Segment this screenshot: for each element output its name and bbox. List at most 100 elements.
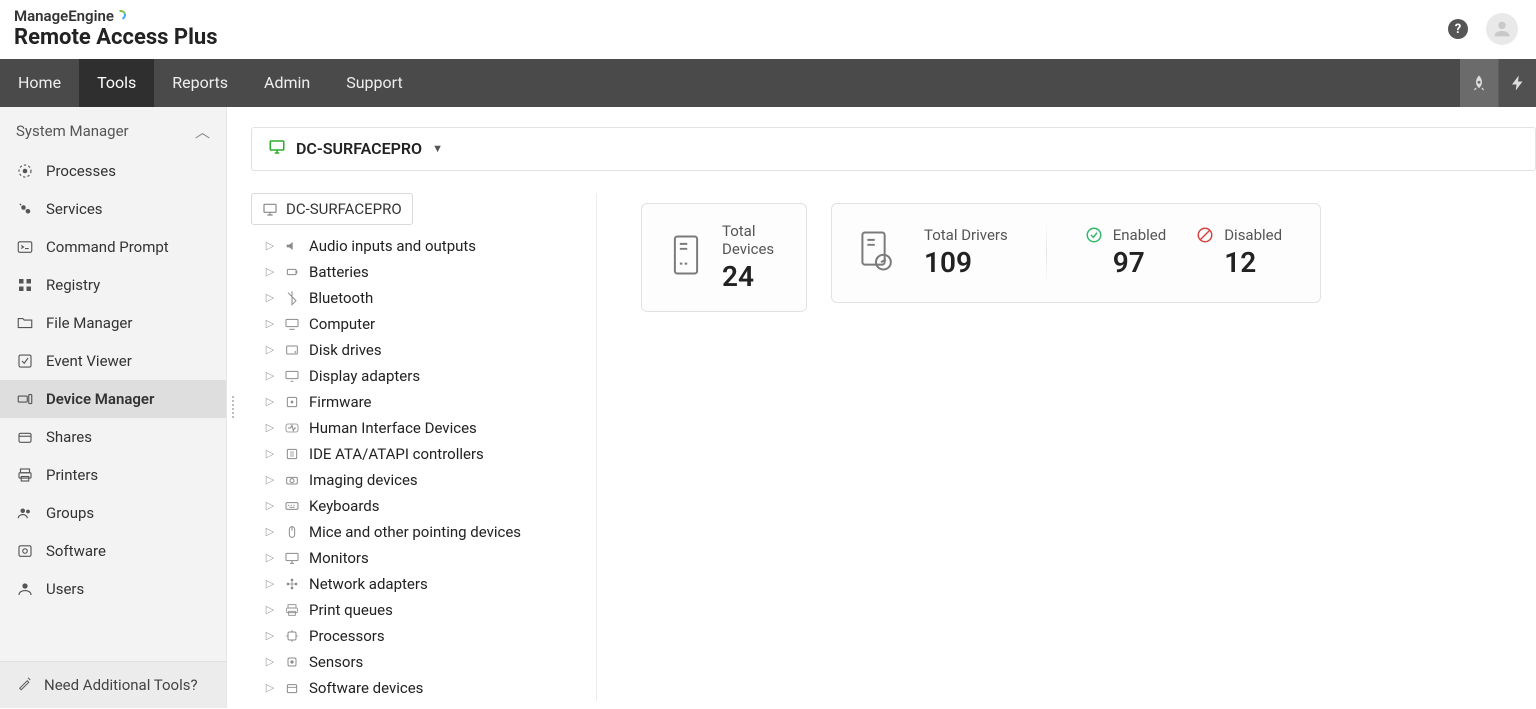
metric-label: Enabled <box>1113 226 1166 244</box>
tree-item[interactable]: ▷Human Interface Devices <box>251 415 590 441</box>
splitter-handle[interactable] <box>227 393 239 421</box>
category-icon <box>283 289 301 307</box>
category-icon <box>283 237 301 255</box>
tree-item-label: Monitors <box>309 549 369 567</box>
sidebar-item-label: Software <box>46 542 106 560</box>
tree-item[interactable]: ▷ Computer <box>251 311 590 337</box>
metrics-panel: Total Devices 24 Total Drivers 109 <box>597 193 1536 701</box>
sidebar-item-users[interactable]: Users <box>0 570 226 608</box>
registry-icon <box>16 276 34 294</box>
nav-home[interactable]: Home <box>0 59 79 107</box>
sidebar-item-label: Command Prompt <box>46 238 169 256</box>
category-icon <box>283 575 301 593</box>
expand-arrow-icon: ▷ <box>265 265 275 278</box>
sidebar-item-processes[interactable]: Processes <box>0 152 226 190</box>
drivers-icon <box>858 230 894 276</box>
tree-item-label: Display adapters <box>309 367 420 385</box>
sidebar-item-services[interactable]: Services <box>0 190 226 228</box>
sidebar-list: Processes Services Command Prompt Regist… <box>0 152 226 661</box>
tree-item[interactable]: ▷Disk drives <box>251 337 590 363</box>
tree-item-label: Bluetooth <box>309 289 373 307</box>
sidebar-section-header[interactable]: System Manager ︿ <box>0 107 226 152</box>
bolt-icon-button[interactable] <box>1498 59 1536 107</box>
sidebar-item-shares[interactable]: Shares <box>0 418 226 456</box>
tree-item[interactable]: ▷Bluetooth <box>251 285 590 311</box>
sidebar-item-device-manager[interactable]: Device Manager <box>0 380 226 418</box>
expand-arrow-icon: ▷ <box>265 551 275 564</box>
brand-block: ManageEngine Remote Access Plus <box>14 8 218 51</box>
tree-item[interactable]: ▷Sensors <box>251 649 590 675</box>
tree-item-label: Computer <box>309 315 375 333</box>
processes-icon <box>16 162 34 180</box>
tree-item-label: Software devices <box>309 679 423 697</box>
category-icon <box>283 263 301 281</box>
sidebar-item-software[interactable]: Software <box>0 532 226 570</box>
sidebar-item-registry[interactable]: Registry <box>0 266 226 304</box>
tree-item-label: Imaging devices <box>309 471 418 489</box>
sidebar-item-label: Processes <box>46 162 116 180</box>
expand-arrow-icon: ▷ <box>265 681 275 694</box>
tree-item[interactable]: ▷Print queues <box>251 597 590 623</box>
content-split: DC-SURFACEPRO ▷Audio inputs and outputs▷… <box>251 193 1536 701</box>
sidebar-item-file-manager[interactable]: File Manager <box>0 304 226 342</box>
tree-item[interactable]: ▷Audio inputs and outputs <box>251 233 590 259</box>
body-wrap: System Manager ︿ Processes Services Comm… <box>0 107 1536 708</box>
tree-item[interactable]: ▷Processors <box>251 623 590 649</box>
tree-item[interactable]: ▷Mice and other pointing devices <box>251 519 590 545</box>
expand-arrow-icon: ▷ <box>265 369 275 382</box>
sidebar-item-printers[interactable]: Printers <box>0 456 226 494</box>
slash-circle-icon <box>1196 226 1214 244</box>
monitor-icon <box>268 138 286 160</box>
nav-tools[interactable]: Tools <box>79 59 154 107</box>
tree-item[interactable]: ▷Keyboards <box>251 493 590 519</box>
wand-icon <box>16 674 34 696</box>
expand-arrow-icon: ▷ <box>265 655 275 668</box>
category-icon <box>283 497 301 515</box>
check-circle-icon <box>1085 226 1103 244</box>
sidebar-item-groups[interactable]: Groups <box>0 494 226 532</box>
shares-icon <box>16 428 34 446</box>
status-disabled: Disabled 12 <box>1196 226 1282 279</box>
tree-item[interactable]: ▷Batteries <box>251 259 590 285</box>
tree-item[interactable]: ▷Firmware <box>251 389 590 415</box>
tree-item[interactable]: ▷Network adapters <box>251 571 590 597</box>
machine-selector[interactable]: DC-SURFACEPRO ▼ <box>251 127 1536 171</box>
sidebar-footer-link[interactable]: Need Additional Tools? <box>0 661 226 708</box>
tree-root-node[interactable]: DC-SURFACEPRO <box>251 193 413 225</box>
brand-product-name: Remote Access Plus <box>14 25 218 50</box>
card-total-drivers: Total Drivers 109 Enabled 97 <box>831 203 1321 303</box>
expand-arrow-icon: ▷ <box>265 343 275 356</box>
sidebar-item-event-viewer[interactable]: Event Viewer <box>0 342 226 380</box>
nav-reports[interactable]: Reports <box>154 59 246 107</box>
sidebar-item-label: Users <box>46 580 84 598</box>
sidebar-item-label: Services <box>46 200 103 218</box>
metric-value: 12 <box>1224 246 1282 279</box>
tree-item-label: IDE ATA/ATAPI controllers <box>309 445 484 463</box>
tree-item-label: Keyboards <box>309 497 379 515</box>
rocket-icon-button[interactable] <box>1460 59 1498 107</box>
tree-item[interactable]: ▷ Monitors <box>251 545 590 571</box>
expand-arrow-icon: ▷ <box>265 447 275 460</box>
sidebar-footer-label: Need Additional Tools? <box>44 676 198 694</box>
expand-arrow-icon: ▷ <box>265 317 275 330</box>
brand-line1: ManageEngine <box>14 8 218 25</box>
sidebar-item-label: Device Manager <box>46 390 154 408</box>
category-icon <box>283 601 301 619</box>
expand-arrow-icon: ▷ <box>265 525 275 538</box>
tree-item[interactable]: ▷ Display adapters <box>251 363 590 389</box>
tree-item[interactable]: ▷ IDE ATA/ATAPI controllers <box>251 441 590 467</box>
nav-support[interactable]: Support <box>328 59 420 107</box>
tree-item[interactable]: ▷Imaging devices <box>251 467 590 493</box>
sidebar-item-label: Shares <box>46 428 92 446</box>
sidebar-item-command-prompt[interactable]: Command Prompt <box>0 228 226 266</box>
category-icon <box>283 653 301 671</box>
category-icon <box>283 471 301 489</box>
caret-down-icon: ▼ <box>432 142 443 155</box>
metric-label: Disabled <box>1224 226 1282 244</box>
nav-admin[interactable]: Admin <box>246 59 328 107</box>
sidebar-item-label: Printers <box>46 466 98 484</box>
metric-value: 24 <box>722 260 780 293</box>
help-icon[interactable]: ? <box>1448 19 1468 39</box>
tree-item[interactable]: ▷ Software devices <box>251 675 590 701</box>
user-avatar[interactable] <box>1486 13 1518 45</box>
